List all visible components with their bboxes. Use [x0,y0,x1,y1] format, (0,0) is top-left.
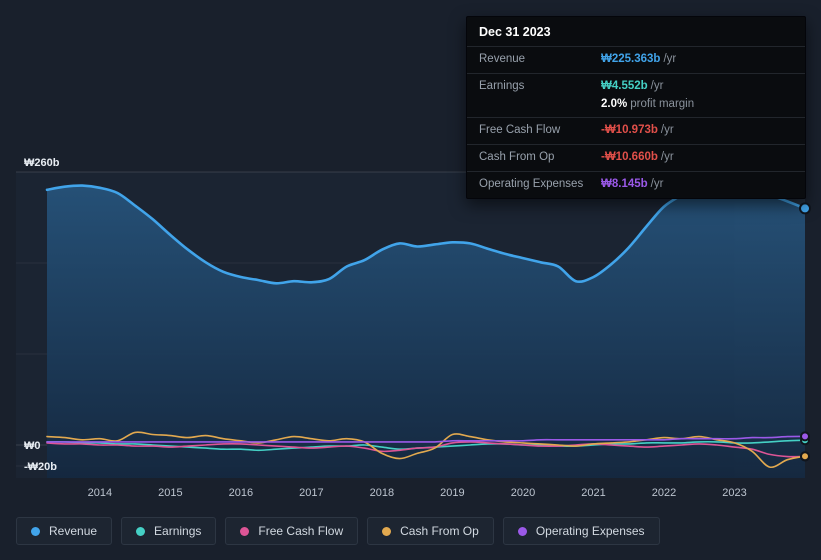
tooltip-value-revenue: ₩225.363b/yr [601,53,677,65]
legend-item-operating-expenses[interactable]: Operating Expenses [502,517,660,545]
stock-financials-chart-page: ₩260b ₩0 -₩20b 2014 2015 2016 2017 2018 2019 2020… [0,0,821,560]
x-axis-label: 2019 [440,487,464,499]
x-axis-label: 2023 [722,487,746,499]
x-axis-label: 2017 [299,487,323,499]
legend-dot [31,526,40,536]
cash-from-op-end-marker [800,451,810,462]
tooltip-value-free-cash-flow: -₩10.973b/yr [601,124,674,137]
profit-margin-line: 2.0% profit margin [601,97,695,110]
tooltip-row-operating-expenses: Operating Expenses ₩8.145b/yr [467,171,805,198]
x-axis-label: 2022 [652,487,676,499]
tooltip-value-operating-expenses: ₩8.145b/yr [601,178,664,191]
tooltip-row-cash-from-op: Cash From Op -₩10.660b/yr [467,144,805,171]
tooltip-label-earnings: Earnings [479,79,525,92]
y-axis-label: -₩20b [24,461,57,473]
legend-dot [136,526,146,536]
tooltip-row-free-cash-flow: Free Cash Flow -₩10.973b/yr [467,117,805,144]
tooltip-value-cash-from-op: -₩10.660b/yr [601,151,674,164]
legend-label: Operating Expenses [535,524,645,538]
tooltip-label-free-cash-flow: Free Cash Flow [479,124,561,137]
operating-expenses-end-marker [800,431,810,442]
legend-item-free-cash-flow[interactable]: Free Cash Flow [225,517,359,545]
tooltip-row-earnings: Earnings ₩4.552b/yr 2.0% profit margin [467,72,805,118]
legend-dot [382,526,392,536]
tooltip-label-cash-from-op: Cash From Op [479,151,555,164]
y-axis-label: ₩0 [24,440,41,452]
data-tooltip: Dec 31 2023 Revenue ₩225.363b/yr Earning… [466,16,806,199]
legend-item-cash-from-op[interactable]: Cash From Op [367,517,494,545]
legend-label: Earnings [154,524,202,538]
tooltip-label-revenue: Revenue [479,53,526,65]
tooltip-label-operating-expenses: Operating Expenses [479,178,584,191]
y-axis-label: ₩260b [24,157,60,169]
tooltip-row-revenue: Revenue ₩225.363b/yr [467,46,805,73]
x-axis-label: 2018 [370,487,394,499]
x-axis-label: 2016 [229,487,253,499]
legend-dot [517,526,527,536]
tooltip-date: Dec 31 2023 [479,25,551,39]
chart-legend: Revenue Earnings Free Cash Flow Cash From O… [16,517,660,545]
legend-label: Revenue [49,524,98,538]
legend-label: Cash From Op [400,524,479,538]
x-axis-label: 2014 [88,487,112,499]
legend-dot [240,526,250,536]
revenue-end-marker [799,202,811,215]
legend-item-earnings[interactable]: Earnings [121,517,217,545]
x-axis-label: 2015 [158,487,182,499]
legend-label: Free Cash Flow [258,524,344,538]
x-axis-label: 2020 [511,487,535,499]
legend-item-revenue[interactable]: Revenue [16,517,113,545]
tooltip-value-earnings: ₩4.552b/yr 2.0% profit margin [601,78,694,114]
x-axis-label: 2021 [581,487,605,499]
